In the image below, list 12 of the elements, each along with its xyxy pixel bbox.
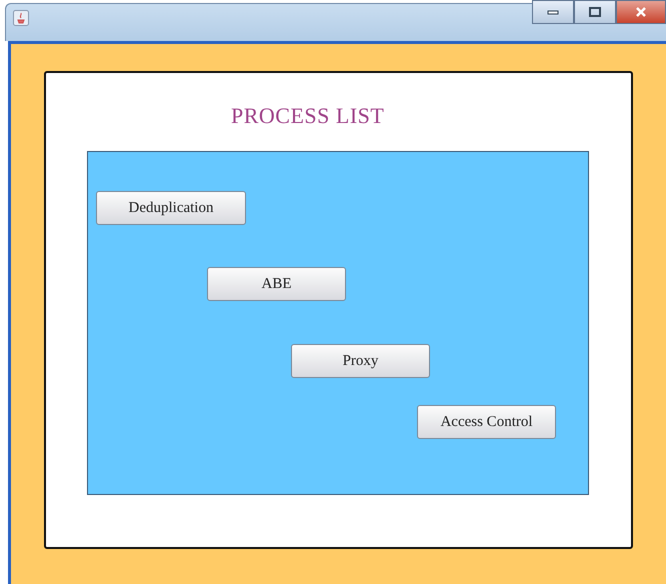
process-button[interactable]: Access Control xyxy=(417,405,556,439)
minimize-button[interactable] xyxy=(532,0,574,24)
heading: PROCESS LIST xyxy=(231,103,384,129)
app-icon xyxy=(13,10,29,26)
close-icon xyxy=(635,7,647,17)
process-button[interactable]: Deduplication xyxy=(96,191,246,225)
process-button[interactable]: ABE xyxy=(207,267,346,301)
maximize-button[interactable] xyxy=(574,0,616,24)
maximize-icon xyxy=(589,7,601,17)
process-button[interactable]: Proxy xyxy=(291,344,430,378)
minimize-icon xyxy=(547,8,559,16)
close-button[interactable] xyxy=(616,0,666,24)
